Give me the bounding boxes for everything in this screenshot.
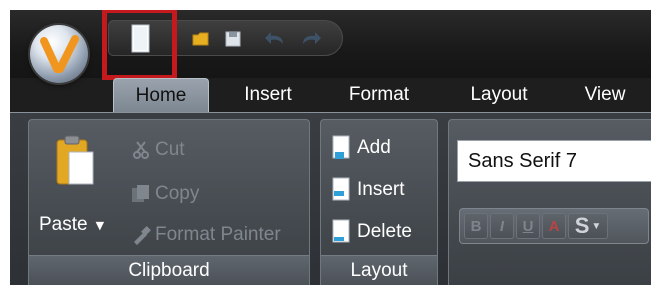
open-folder-icon: [192, 32, 209, 46]
tab-view[interactable]: View: [576, 78, 634, 112]
strikethrough-button[interactable]: S ▼: [568, 213, 608, 239]
save-icon: [225, 31, 241, 47]
font-color-button[interactable]: A: [542, 213, 566, 239]
delete-page-icon: [332, 219, 350, 243]
format-painter-button[interactable]: Format Painter: [131, 221, 281, 249]
chevron-down-icon: ▼: [591, 220, 602, 232]
add-page-icon: [332, 135, 350, 159]
tab-layout[interactable]: Layout: [458, 78, 540, 112]
layout-caption: Layout: [321, 255, 437, 285]
redo-icon: [303, 32, 321, 44]
font-select[interactable]: Sans Serif 7: [457, 140, 651, 182]
scissors-icon: [133, 141, 149, 159]
bold-button[interactable]: B: [464, 213, 488, 239]
copy-button[interactable]: Copy: [131, 180, 199, 208]
format-toolbar: B I U A S ▼: [459, 208, 649, 244]
font-group: Sans Serif 7 B I U A S ▼: [448, 119, 651, 285]
save-button[interactable]: [219, 21, 247, 57]
app-logo-icon: [40, 35, 79, 73]
delete-button[interactable]: Delete: [331, 218, 412, 246]
italic-button[interactable]: I: [490, 213, 514, 239]
paste-label: Paste: [39, 214, 88, 235]
insert-label: Insert: [357, 179, 405, 200]
undo-button[interactable]: [259, 21, 291, 57]
paste-button[interactable]: Paste ▼: [39, 134, 109, 244]
application-menu-button[interactable]: [30, 25, 88, 83]
tab-insert[interactable]: Insert: [232, 78, 304, 112]
add-button[interactable]: Add: [331, 134, 391, 162]
underline-button[interactable]: U: [516, 213, 540, 239]
cut-button[interactable]: Cut: [131, 136, 185, 164]
tab-format[interactable]: Format: [336, 78, 422, 112]
cut-label: Cut: [155, 139, 185, 160]
insert-page-icon: [332, 177, 350, 201]
paintbrush-icon: [134, 226, 151, 245]
paste-icon: [56, 135, 94, 185]
ribbon: Paste ▼ Cut Copy Format Painter Clipboar…: [10, 112, 651, 285]
copy-icon: [132, 185, 149, 202]
title-bar: [10, 10, 651, 83]
copy-label: Copy: [155, 183, 200, 204]
add-label: Add: [357, 137, 391, 158]
undo-icon: [265, 32, 283, 44]
clipboard-group: Paste ▼ Cut Copy Format Painter Clipboar…: [28, 119, 310, 285]
redo-button[interactable]: [295, 21, 327, 57]
delete-label: Delete: [357, 221, 412, 242]
layout-group: Add Insert Delete Layout: [320, 119, 438, 285]
clipboard-caption: Clipboard: [29, 255, 309, 285]
open-button[interactable]: [187, 21, 215, 57]
insert-button[interactable]: Insert: [331, 176, 405, 204]
application-window: Home Insert Format Layout View Paste ▼ C…: [10, 10, 651, 285]
highlight-box: [102, 10, 177, 80]
format-painter-label: Format Painter: [155, 224, 281, 245]
tab-home[interactable]: Home: [113, 78, 209, 112]
chevron-down-icon: ▼: [95, 218, 105, 232]
strikethrough-label: S: [574, 213, 590, 238]
